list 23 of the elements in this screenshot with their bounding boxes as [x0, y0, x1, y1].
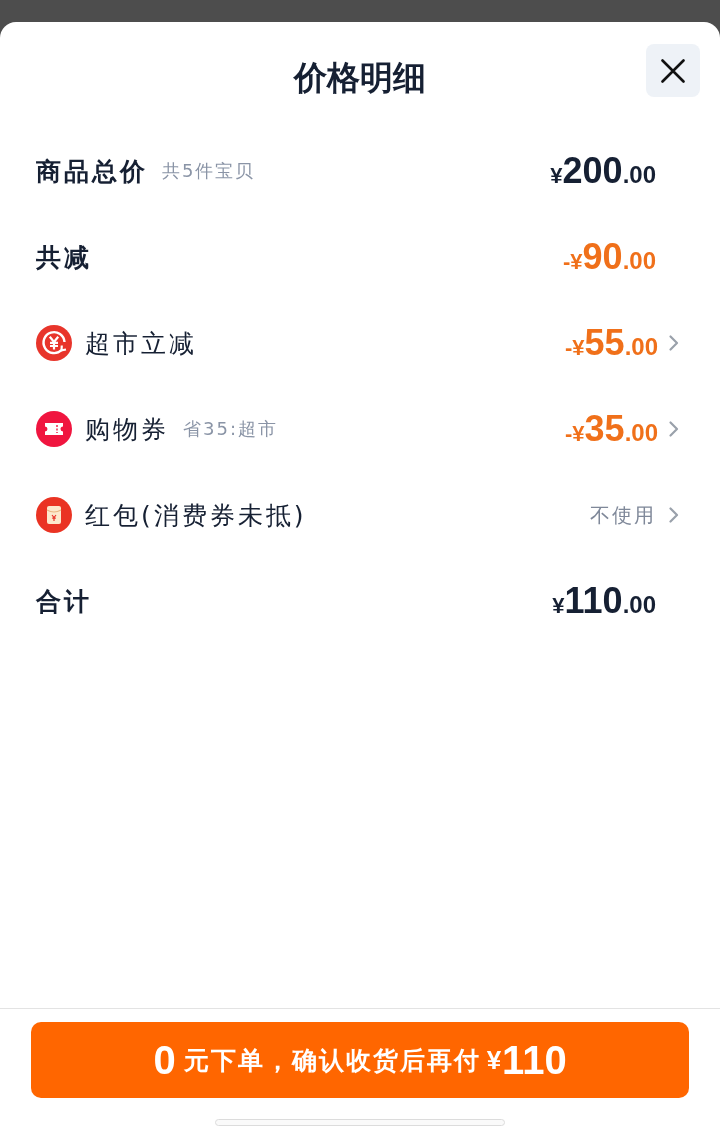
row-label: 共减: [36, 241, 92, 274]
price-text: -¥55.00: [565, 325, 658, 361]
ticket-icon: [36, 411, 72, 447]
row-label: 商品总价: [36, 155, 148, 188]
close-icon: [661, 58, 685, 83]
money-envelope-icon: [36, 497, 72, 533]
close-button[interactable]: [646, 44, 700, 97]
pay-button[interactable]: 0 元下单，确认收货后再付 ¥110: [31, 1022, 689, 1098]
price-text: -¥35.00: [565, 411, 658, 447]
row-label: 红包(消费券未抵): [85, 499, 307, 532]
option-value: 不使用: [590, 501, 656, 529]
price-text: ¥110.00: [552, 583, 656, 619]
row-note: 省35:超市: [183, 417, 278, 441]
sheet-title: 价格明细: [294, 56, 426, 99]
row-label: 超市立减: [85, 327, 197, 360]
price-text: ¥200.00: [550, 153, 656, 189]
row-label: 购物券: [85, 413, 169, 446]
chevron-right-icon[interactable]: [668, 334, 680, 352]
chevron-right-icon[interactable]: [668, 506, 680, 524]
row-label: 合计: [36, 585, 92, 618]
row-note: 共5件宝贝: [162, 159, 256, 183]
chevron-right-icon[interactable]: [668, 420, 680, 438]
price-text: -¥90.00: [563, 239, 656, 275]
